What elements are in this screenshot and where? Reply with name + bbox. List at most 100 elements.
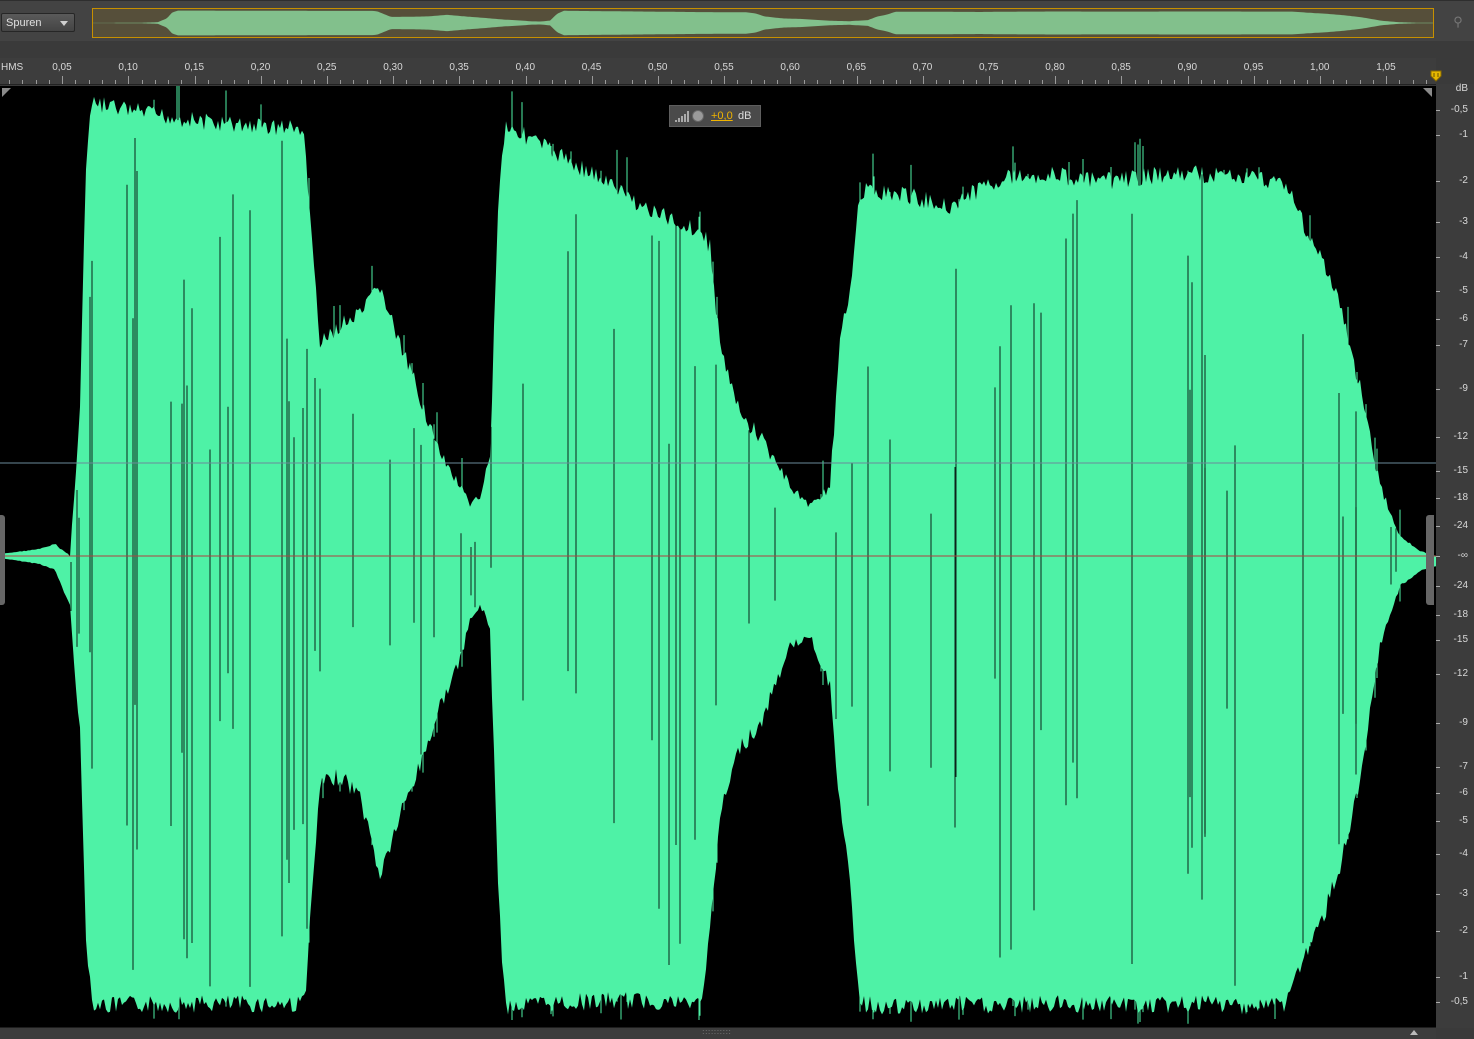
time-tickmark (883, 80, 885, 84)
time-tickmark (869, 80, 871, 84)
time-tickmark (989, 76, 990, 84)
magnifier-icon[interactable]: ⚲ (1450, 14, 1466, 30)
time-tickmark (737, 80, 739, 84)
amplitude-tickmark (1436, 977, 1440, 978)
time-tickmark (22, 80, 24, 84)
gain-knob-icon[interactable] (692, 110, 704, 122)
amplitude-tickmark (1436, 615, 1440, 616)
time-tickmark (1187, 76, 1189, 84)
time-tickmark (419, 80, 421, 84)
time-tickmark (1399, 80, 1401, 84)
time-tickmark (1108, 80, 1110, 84)
time-tickmark (750, 80, 752, 84)
time-tickmark (300, 80, 302, 84)
amplitude-label: -18 (1453, 492, 1468, 503)
time-tickmark (578, 80, 580, 84)
time-tickmark (1333, 80, 1335, 84)
time-tick-label: 0,25 (317, 62, 337, 73)
time-tickmark (35, 80, 37, 84)
time-tickmark (432, 80, 434, 84)
time-tickmark (1028, 80, 1030, 84)
time-tickmark (1386, 76, 1388, 84)
time-tickmark (141, 80, 143, 84)
time-tick-label: 0,90 (1177, 62, 1198, 73)
amplitude-label: -7 (1459, 761, 1468, 772)
time-tickmark (724, 76, 726, 84)
time-tickmark (446, 80, 448, 84)
time-tickmark (1147, 80, 1149, 84)
time-tickmark (88, 80, 90, 84)
gain-hud[interactable]: +0,0 dB (669, 105, 761, 127)
gain-value[interactable]: +0,0 (711, 110, 733, 122)
amplitude-label: -7 (1459, 339, 1468, 350)
overview-visible-range[interactable] (92, 8, 1434, 38)
time-tickmark (1214, 80, 1216, 84)
time-tick-label: 0,55 (714, 62, 734, 73)
time-tick-label: 0,85 (1111, 62, 1131, 73)
amplitude-tickmark (1436, 854, 1440, 855)
time-tickmark (565, 80, 567, 84)
playhead-marker-icon[interactable] (1430, 70, 1442, 82)
time-tickmark (485, 80, 487, 84)
time-tickmark (234, 80, 236, 84)
amplitude-tickmark (1436, 556, 1440, 557)
horizontal-scrollbar[interactable]: :::::::::: (0, 1027, 1436, 1039)
time-tickmark (631, 80, 633, 84)
amplitude-tickmark (1436, 181, 1440, 182)
corner-marker-left-icon[interactable] (2, 88, 11, 97)
overview-waveform[interactable] (92, 8, 1434, 38)
time-tickmark (922, 76, 924, 84)
amplitude-label: -5 (1459, 815, 1468, 826)
left-resize-handle[interactable] (0, 515, 5, 605)
scroll-grip-icon[interactable]: :::::::::: (697, 1029, 737, 1036)
time-tickmark (459, 76, 461, 84)
time-ruler[interactable]: HMS 0,05 0,10 0,15 0,20 0,25 0,30 0,35 0,40 0,45… (0, 58, 1436, 85)
amplitude-tickmark (1436, 723, 1440, 724)
time-tickmark (115, 80, 117, 84)
time-tickmark (684, 80, 686, 84)
time-tickmark (1041, 80, 1043, 84)
time-tickmark (512, 80, 514, 84)
time-tickmark (181, 80, 183, 84)
right-resize-handle[interactable] (1426, 515, 1434, 605)
corner-marker-right-icon[interactable] (1423, 88, 1432, 97)
time-tickmark (1359, 80, 1361, 84)
amplitude-label: -9 (1459, 717, 1468, 728)
time-tickmark (1134, 80, 1136, 84)
amplitude-label: -24 (1453, 520, 1468, 531)
amplitude-label: -3 (1459, 888, 1468, 899)
time-tickmark (1081, 80, 1083, 84)
time-tickmark (101, 80, 103, 84)
waveform-editor[interactable]: +0,0 dB (0, 86, 1436, 1027)
time-tickmark (48, 80, 50, 84)
time-tickmark (856, 76, 858, 84)
time-tickmark (538, 80, 540, 84)
time-tickmark (962, 80, 964, 84)
time-tickmark (1425, 80, 1427, 84)
time-tickmark (62, 76, 64, 84)
amplitude-tickmark (1436, 222, 1440, 223)
time-tickmark (525, 76, 527, 84)
time-tickmark (975, 80, 977, 84)
time-tickmark (353, 80, 355, 84)
amplitude-tickmark (1436, 135, 1440, 136)
view-dropdown[interactable]: Spuren (1, 13, 75, 32)
time-tickmark (393, 76, 395, 84)
time-tickmark (591, 76, 593, 84)
time-tickmark (260, 76, 262, 84)
time-tickmark (366, 80, 368, 84)
time-tickmark (1240, 80, 1242, 84)
amplitude-label: -1 (1459, 971, 1468, 982)
scroll-up-arrow-icon[interactable] (1410, 1030, 1418, 1035)
time-tickmark (605, 80, 607, 84)
amplitude-tickmark (1436, 257, 1440, 258)
time-tickmark (936, 80, 938, 84)
amplitude-tickmark (1436, 793, 1440, 794)
amplitude-tickmark (1436, 471, 1440, 472)
gain-unit: dB (738, 110, 752, 122)
amplitude-tickmark (1436, 110, 1440, 111)
amplitude-label: -18 (1453, 609, 1468, 620)
time-tick-label: 0,05 (52, 62, 72, 73)
time-tickmark (313, 80, 315, 84)
amplitude-tickmark (1436, 674, 1440, 675)
